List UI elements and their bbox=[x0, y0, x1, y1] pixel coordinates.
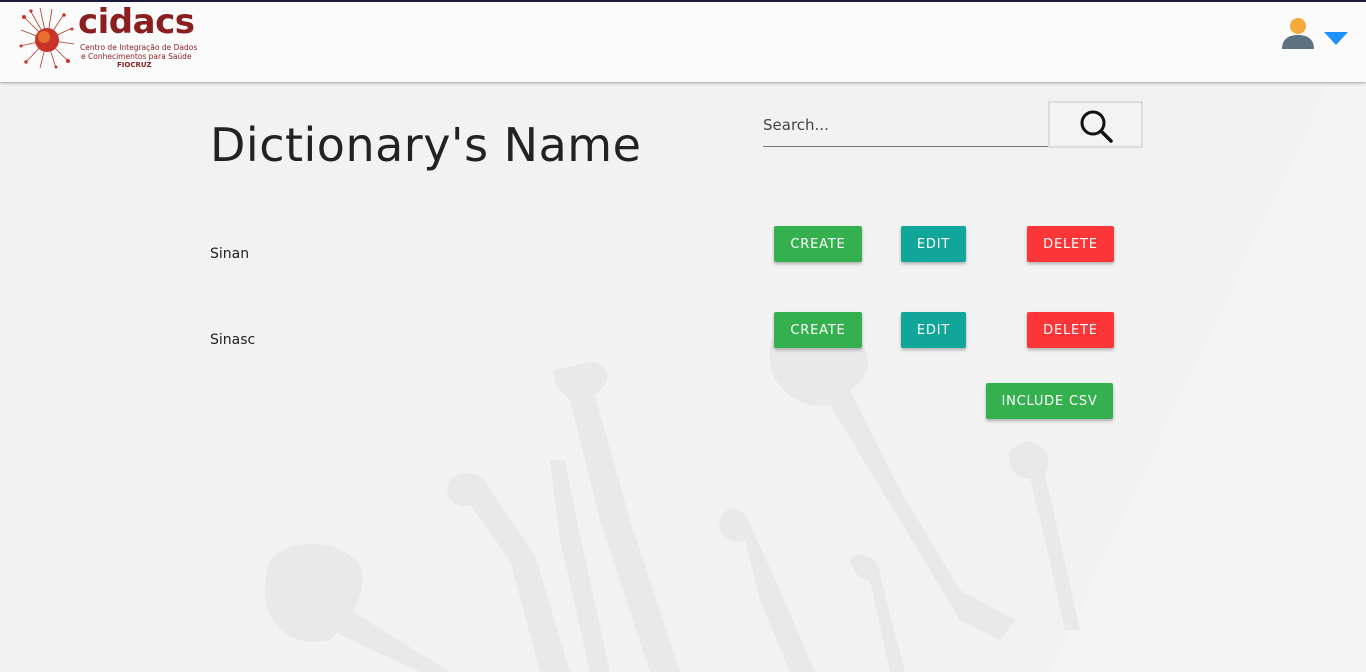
edit-button[interactable]: EDIT bbox=[901, 226, 966, 262]
create-button[interactable]: CREATE bbox=[774, 226, 862, 262]
search-input[interactable] bbox=[763, 104, 1048, 147]
dictionary-row-label: Sinan bbox=[210, 246, 250, 262]
top-navbar: cidacs Centro de Integração de Dados e C… bbox=[0, 0, 1366, 82]
logo-subtitle-line3: FIOCRUZ bbox=[117, 61, 152, 69]
main-content: Dictionary's Name Sinan CREATE EDIT DELE… bbox=[0, 0, 1366, 672]
logo-mark-icon bbox=[19, 7, 75, 69]
search-icon bbox=[1080, 110, 1113, 143]
page-title: Dictionary's Name bbox=[210, 118, 642, 172]
delete-button[interactable]: DELETE bbox=[1027, 312, 1114, 348]
cidacs-logo[interactable]: cidacs Centro de Integração de Dados e C… bbox=[18, 2, 198, 74]
dictionary-row-label: Sinasc bbox=[210, 332, 256, 348]
logo-subtitle-line2: e Conhecimentos para Saúde bbox=[81, 52, 192, 61]
create-button[interactable]: CREATE bbox=[774, 312, 862, 348]
delete-button[interactable]: DELETE bbox=[1027, 226, 1114, 262]
logo-wordmark: cidacs bbox=[78, 2, 195, 42]
user-menu-toggle[interactable] bbox=[1280, 16, 1352, 52]
logo-subtitle-line1: Centro de Integração de Dados bbox=[80, 43, 198, 52]
user-avatar-icon bbox=[1282, 18, 1314, 49]
include-csv-button[interactable]: INCLUDE CSV bbox=[986, 383, 1113, 419]
caret-down-icon bbox=[1324, 32, 1348, 45]
edit-button[interactable]: EDIT bbox=[901, 312, 966, 348]
search-button[interactable] bbox=[1048, 101, 1143, 148]
